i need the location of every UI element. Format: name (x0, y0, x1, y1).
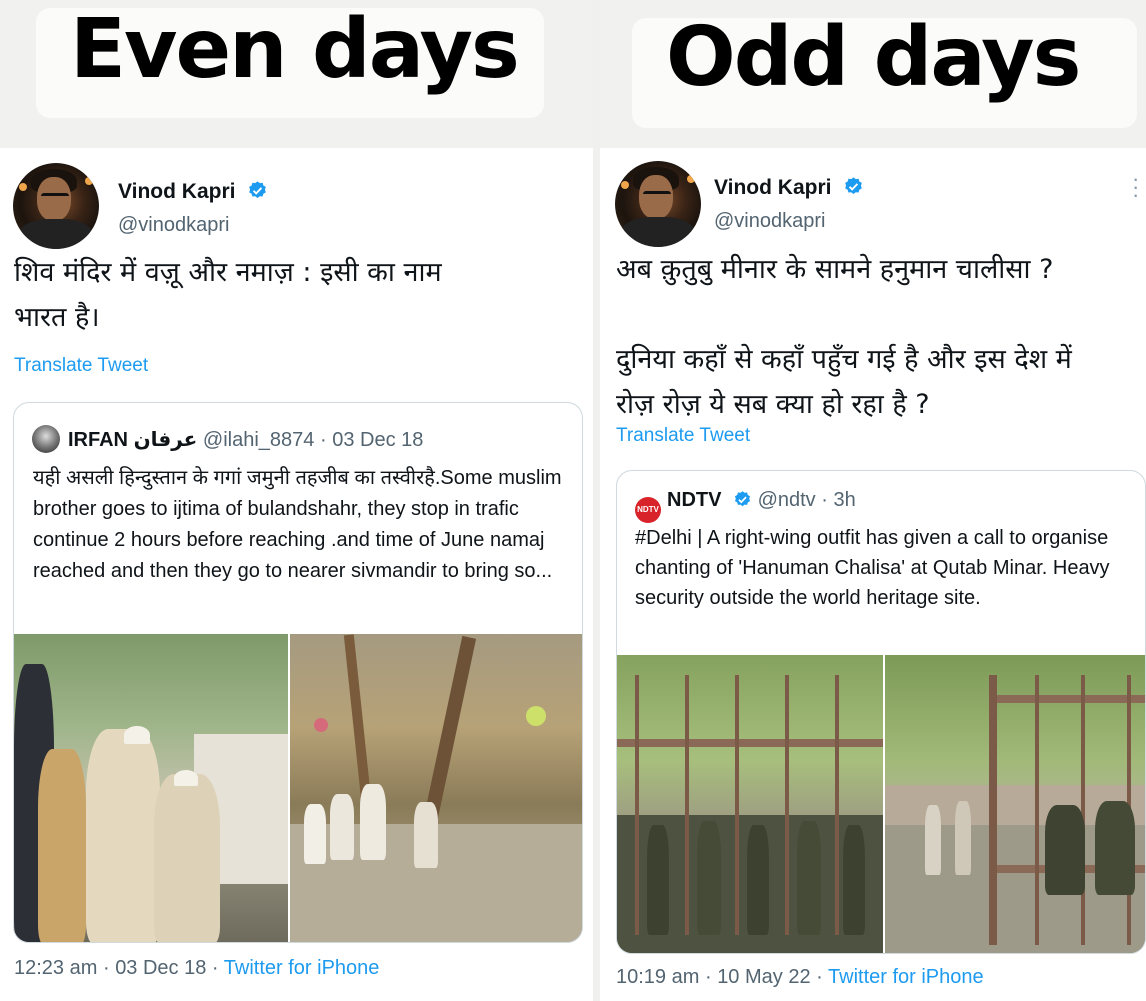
quoted-date: 3h (833, 489, 856, 511)
separator-dot: · (102, 957, 110, 979)
more-options-icon[interactable]: · · · (1132, 168, 1139, 206)
tweet-source-link[interactable]: Twitter for iPhone (828, 966, 984, 988)
panel-divider (593, 0, 600, 1001)
author-name[interactable]: Vinod Kapri (714, 176, 864, 200)
separator-dot: · (816, 966, 823, 988)
left-header-zone: Even days (0, 0, 593, 148)
right-heading: Odd days (666, 10, 1081, 105)
verified-badge-icon (845, 177, 863, 194)
quoted-tweet-header: IRFAN عرفان @ilahi_8874 · 03 Dec 18 (32, 425, 423, 453)
quoted-photo-2[interactable] (290, 634, 582, 942)
left-heading: Even days (70, 2, 520, 97)
author-handle[interactable]: @vinodkapri (714, 210, 825, 233)
tweet-text: अब क़ुतुबु मीनार के सामने हनुमान चालीसा … (616, 254, 1072, 420)
author-name-text[interactable]: Vinod Kapri (118, 180, 235, 203)
tweet-date[interactable]: 10 May 22 (717, 966, 810, 988)
tweet-text: शिव मंदिर में वज़ू और नमाज़ : इसी का नाम… (14, 257, 442, 333)
separator-dot: · (821, 489, 828, 511)
quoted-author-avatar (32, 425, 60, 453)
tweet-time[interactable]: 12:23 am (14, 957, 97, 979)
quoted-tweet-text: यही असली हिन्दुस्तान के गगां जमुनी तहजीब… (33, 467, 562, 582)
separator-dot: · (319, 429, 327, 451)
quoted-author-handle: @ilahi_8874 (202, 429, 315, 451)
author-name[interactable]: Vinod Kapri (118, 180, 268, 204)
separator-dot: · (211, 957, 219, 979)
quoted-photo-1[interactable] (617, 655, 883, 953)
translate-tweet-link[interactable]: Translate Tweet (14, 355, 148, 377)
author-avatar[interactable] (13, 163, 99, 249)
left-panel: Even days Vinod Kapri @vinodkapri शिव मं… (0, 0, 593, 1001)
quoted-photo-1[interactable] (14, 634, 288, 942)
quoted-tweet[interactable]: IRFAN عرفان @ilahi_8874 · 03 Dec 18 यही … (13, 402, 583, 943)
verified-badge-icon (249, 181, 267, 198)
tweet-footer: 10:19 am · 10 May 22 · Twitter for iPhon… (616, 966, 984, 989)
tweet-time[interactable]: 10:19 am (616, 966, 699, 988)
quoted-tweet-header: NDTV NDTV @ndtv · 3h (635, 489, 856, 523)
quoted-photo-2[interactable] (885, 655, 1145, 953)
separator-dot: · (704, 966, 712, 988)
author-avatar[interactable] (615, 161, 701, 247)
ndtv-logo-icon: NDTV (635, 497, 661, 523)
quoted-author-name: NDTV (667, 489, 722, 511)
right-panel: Odd days Vinod Kapri @vinodkapri · · · अब … (600, 0, 1146, 1001)
quoted-author-name-extra: عرفان (133, 429, 198, 451)
verified-badge-icon (734, 491, 751, 507)
translate-tweet-link[interactable]: Translate Tweet (616, 425, 750, 447)
tweet-source-link[interactable]: Twitter for iPhone (224, 957, 380, 979)
quoted-tweet-text: #Delhi | A right-wing outfit has given a… (635, 527, 1110, 609)
quoted-author-handle: @ndtv (757, 489, 816, 511)
author-handle[interactable]: @vinodkapri (118, 214, 229, 237)
quoted-author-name: IRFAN (68, 429, 128, 451)
quoted-date: 03 Dec 18 (332, 429, 424, 451)
author-name-text[interactable]: Vinod Kapri (714, 176, 831, 199)
quoted-tweet[interactable]: NDTV NDTV @ndtv · 3h #Delhi | A right-win… (616, 470, 1146, 954)
right-header-zone: Odd days (600, 0, 1146, 148)
tweet-date[interactable]: 03 Dec 18 (115, 957, 206, 979)
tweet-footer: 12:23 am · 03 Dec 18 · Twitter for iPhon… (14, 957, 379, 980)
